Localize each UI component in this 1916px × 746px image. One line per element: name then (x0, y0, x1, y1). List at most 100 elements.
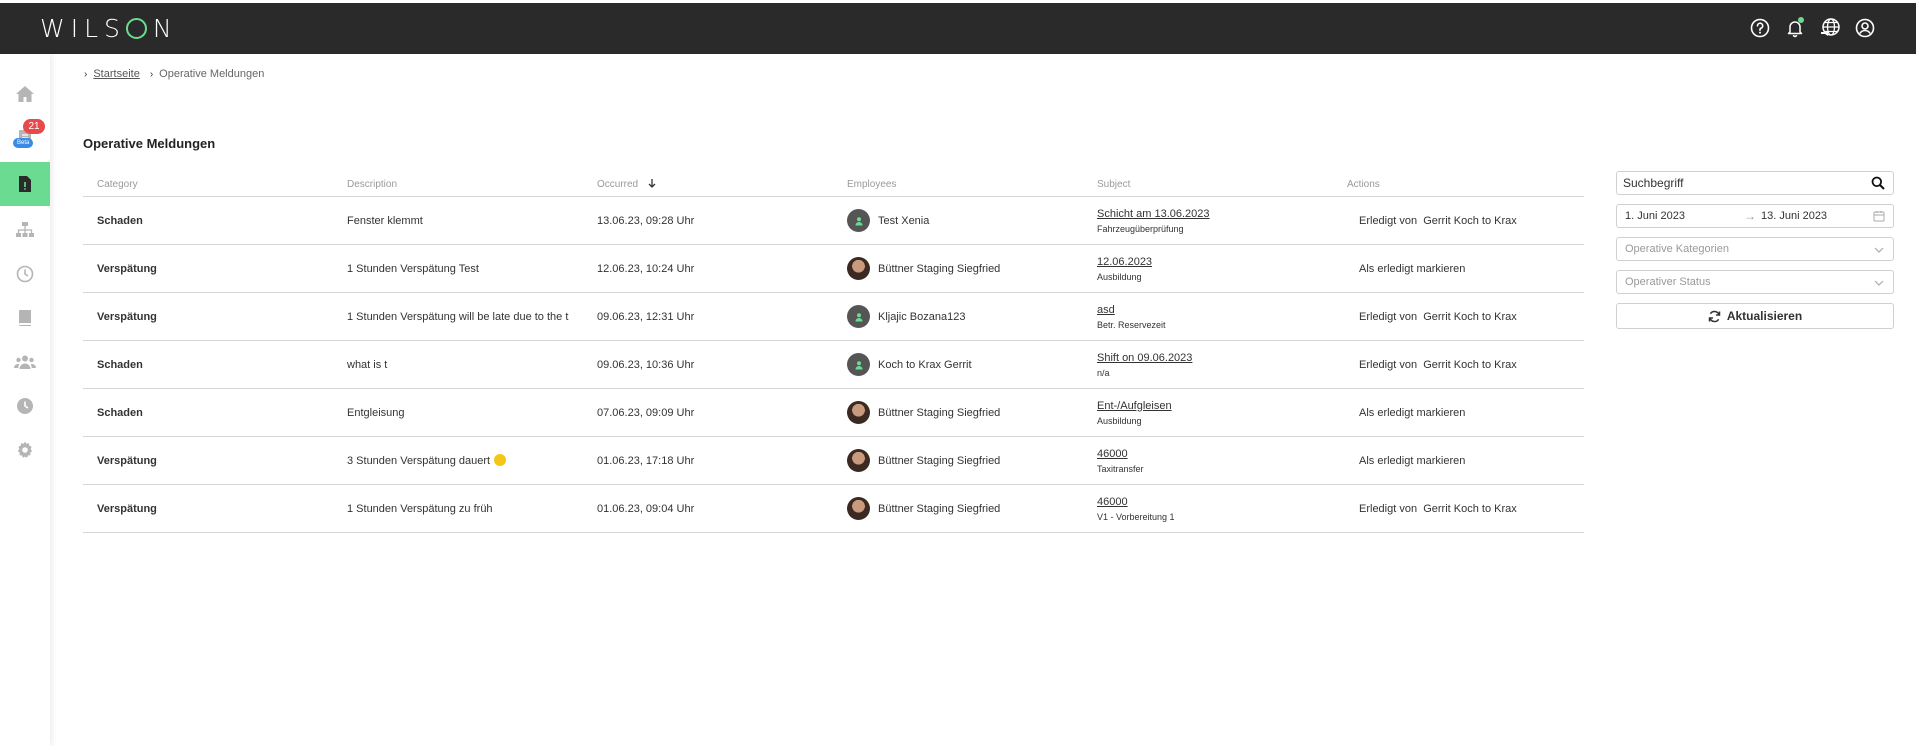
description-text: what is t (347, 358, 388, 371)
cell-employee: Büttner Staging Siegfried (833, 401, 1083, 424)
table-row[interactable]: Schaden Entgleisung 07.06.23, 09:09 Uhr Büt… (83, 389, 1584, 437)
sidebar-item-time[interactable] (0, 252, 50, 296)
cell-action[interactable]: Erledigt von Gerrit Koch to Krax (1333, 503, 1584, 515)
cell-employee: Büttner Staging Siegfried (833, 497, 1083, 520)
wilson-logo[interactable]: WILS N (40, 14, 178, 43)
subject-link[interactable]: Ent-/Aufgleisen (1097, 400, 1333, 412)
cell-employee: Büttner Staging Siegfried (833, 449, 1083, 472)
date-to[interactable]: 13. Juni 2023 (1761, 210, 1827, 222)
header-subject[interactable]: Subject (1083, 179, 1333, 190)
description-text: Entgleisung (347, 406, 405, 419)
cell-employee: Koch to Krax Gerrit (833, 353, 1083, 376)
sort-down-icon[interactable] (647, 178, 657, 188)
subject-link[interactable]: asd (1097, 304, 1333, 316)
table-row[interactable]: Verspätung 1 Stunden Verspätung Test 12.06… (83, 245, 1584, 293)
table-row[interactable]: Verspätung 1 Stunden Verspätung zu früh 01… (83, 485, 1584, 533)
cell-category: Verspätung (97, 262, 157, 275)
search-icon[interactable] (1871, 176, 1885, 190)
header-occurred-label: Occurred (597, 179, 639, 190)
employee-name: Test Xenia (878, 214, 930, 227)
header-employees[interactable]: Employees (833, 179, 1083, 190)
top-navigation-bar: WILS N (0, 3, 1916, 54)
subject-subtitle: Ausbildung (1097, 415, 1142, 426)
subject-link[interactable]: Schicht am 13.06.2023 (1097, 208, 1333, 220)
header-category[interactable]: Category (83, 179, 333, 190)
sidebar-item-settings[interactable] (0, 428, 50, 472)
sidebar-item-structure[interactable] (0, 208, 50, 252)
cell-subject: 46000 Taxitransfer (1083, 448, 1333, 474)
refresh-button[interactable]: Aktualisieren (1616, 303, 1894, 329)
filter-panel: 1. Juni 2023 → 13. Juni 2023 Operative K… (1616, 171, 1894, 329)
subject-link[interactable]: 46000 (1097, 448, 1333, 460)
avatar (847, 257, 870, 280)
avatar (847, 497, 870, 520)
sidebar-item-history[interactable] (0, 384, 50, 428)
cell-occurred: 07.06.23, 09:09 Uhr (597, 406, 695, 419)
table-header: Category Description Occurred Employees … (83, 172, 1584, 197)
top-icons (1749, 17, 1876, 39)
subject-link[interactable]: 46000 (1097, 496, 1333, 508)
cell-action[interactable]: Als erledigt markieren (1333, 455, 1584, 467)
cell-subject: Ent-/Aufgleisen Ausbildung (1083, 400, 1333, 426)
table-row[interactable]: Schaden Fenster klemmt 13.06.23, 09:28 Uhr… (83, 197, 1584, 245)
cell-description: 3 Stunden Verspätung dauert (333, 454, 583, 467)
breadcrumb-current: Operative Meldungen (159, 68, 265, 80)
subject-link[interactable]: 12.06.2023 (1097, 256, 1333, 268)
users-icon (14, 355, 36, 369)
cell-employee: Büttner Staging Siegfried (833, 257, 1083, 280)
cell-category: Schaden (97, 406, 143, 419)
avatar (847, 449, 870, 472)
sidebar-item-book[interactable] (0, 296, 50, 340)
sidebar-item-operative-meldungen[interactable] (0, 162, 50, 206)
cell-category: Verspätung (97, 310, 157, 323)
cell-occurred: 12.06.23, 10:24 Uhr (597, 262, 695, 275)
status-select[interactable]: Operativer Status (1616, 270, 1894, 294)
category-select[interactable]: Operative Kategorien (1616, 237, 1894, 261)
cell-action[interactable]: Erledigt von Gerrit Koch to Krax (1333, 311, 1584, 323)
subject-subtitle: Taxitransfer (1097, 463, 1144, 474)
cell-action[interactable]: Als erledigt markieren (1333, 407, 1584, 419)
chevron-down-icon (1874, 247, 1884, 253)
cell-description: 1 Stunden Verspätung zu früh (333, 503, 583, 515)
sidebar-item-team[interactable] (0, 340, 50, 384)
date-range-picker[interactable]: 1. Juni 2023 → 13. Juni 2023 (1616, 204, 1894, 228)
employee-name: Büttner Staging Siegfried (878, 406, 1001, 419)
date-from[interactable]: 1. Juni 2023 (1625, 210, 1685, 222)
beta-badge: Beta (13, 138, 34, 148)
clock-filled-icon (17, 398, 33, 414)
search-input[interactable] (1623, 176, 1853, 190)
table-row[interactable]: Verspätung 3 Stunden Verspätung dauert 01.… (83, 437, 1584, 485)
page-title: Operative Meldungen (83, 136, 216, 151)
cell-occurred: 01.06.23, 17:18 Uhr (597, 454, 695, 467)
table-row[interactable]: Schaden what is t 09.06.23, 10:36 Uhr Koch … (83, 341, 1584, 389)
report-icon (19, 176, 31, 192)
header-description[interactable]: Description (333, 179, 583, 190)
cell-description: what is t (333, 359, 583, 371)
subject-link[interactable]: Shift on 09.06.2023 (1097, 352, 1333, 364)
avatar (847, 305, 870, 328)
sidebar-item-home[interactable] (0, 72, 50, 116)
chevron-down-icon (1874, 280, 1884, 286)
bell-icon[interactable] (1784, 17, 1806, 39)
cell-action[interactable]: Erledigt von Gerrit Koch to Krax (1333, 359, 1584, 371)
refresh-icon (1708, 310, 1721, 322)
cell-category: Schaden (97, 214, 143, 227)
cell-employee: Test Xenia (833, 209, 1083, 232)
cell-action[interactable]: Erledigt von Gerrit Koch to Krax (1333, 215, 1584, 227)
category-select-placeholder: Operative Kategorien (1625, 243, 1729, 255)
header-occurred[interactable]: Occurred (583, 178, 833, 190)
cell-category: Verspätung (97, 502, 157, 515)
description-text: 1 Stunden Verspätung Test (347, 262, 479, 275)
employee-name: Büttner Staging Siegfried (878, 454, 1001, 467)
subject-subtitle: Betr. Reservezeit (1097, 319, 1166, 330)
subject-subtitle: Fahrzeugüberprüfung (1097, 223, 1184, 234)
cell-action[interactable]: Als erledigt markieren (1333, 263, 1584, 275)
globe-chat-icon[interactable] (1819, 17, 1841, 39)
table-row[interactable]: Verspätung 1 Stunden Verspätung will be l… (83, 293, 1584, 341)
help-icon[interactable] (1749, 17, 1771, 39)
sidebar-item-messages[interactable]: 21 Beta (0, 116, 50, 160)
user-circle-icon[interactable] (1854, 17, 1876, 39)
breadcrumb-home-link[interactable]: Startseite (93, 68, 139, 80)
employee-name: Koch to Krax Gerrit (878, 358, 972, 371)
avatar (847, 401, 870, 424)
